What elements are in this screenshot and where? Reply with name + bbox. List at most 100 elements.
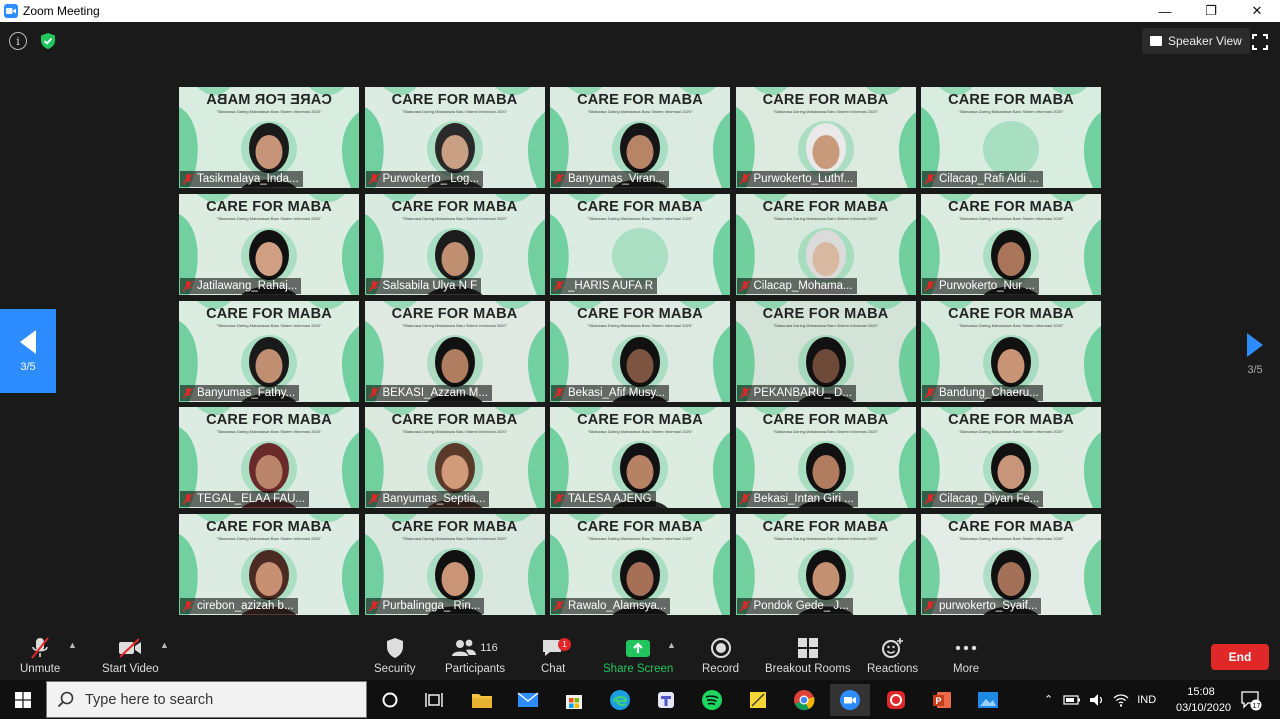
participant-name: Cilacap_Rafi Aldi ... — [939, 173, 1039, 185]
participant-name-bar: TEGAL_ELAA FAU... — [180, 491, 310, 508]
unmute-button[interactable]: Unmute — [20, 636, 60, 675]
taskbar-store[interactable] — [554, 684, 594, 716]
record-button[interactable]: Record — [702, 636, 739, 675]
taskbar-powerpoint[interactable]: P — [922, 684, 962, 716]
participant-tile[interactable]: CARE FOR MABA "Silaturasa Daring Mahasisw… — [364, 300, 545, 402]
security-shield-icon — [386, 638, 403, 658]
encryption-shield-icon[interactable] — [39, 32, 57, 55]
participant-tile[interactable]: CARE FOR MABA "Silaturasa Daring Mahasisw… — [550, 514, 730, 615]
start-video-button[interactable]: Start Video — [102, 636, 159, 675]
unmute-label: Unmute — [20, 663, 61, 675]
participant-tile[interactable]: CARE FOR MABA "Silaturasa Daring Mahasisw… — [921, 87, 1101, 188]
participant-tile[interactable]: CARE FOR MABA "Silaturasa Daring Mahasisw… — [550, 193, 730, 295]
end-meeting-button[interactable]: End — [1211, 644, 1269, 670]
participant-tile[interactable]: CARE FOR MABA "Silaturasa Daring Mahasisw… — [550, 87, 730, 188]
participant-tile[interactable]: CARE FOR MABA "Silaturasa Daring Mahasisw… — [735, 407, 916, 509]
start-button[interactable] — [0, 680, 46, 719]
participant-tile[interactable]: CARE FOR MABA "Silaturasa Daring Mahasisw… — [735, 300, 916, 402]
participant-tile[interactable]: CARE FOR MABA "Silaturasa Daring Mahasisw… — [364, 193, 545, 295]
participant-tile[interactable]: CARE FOR MABA "Silaturasa Daring Mahasisw… — [179, 300, 359, 402]
cortana-circle-icon — [382, 692, 398, 708]
participant-name-bar: PEKANBARU_ D... — [736, 384, 856, 401]
meeting-info-icon[interactable]: i — [9, 32, 27, 50]
chat-unread-badge: 1 — [558, 638, 572, 651]
security-button[interactable]: Security — [374, 636, 416, 675]
participant-tile[interactable]: CARE FOR MABA "Silaturasa Daring Mahasisw… — [179, 193, 359, 295]
language-indicator[interactable]: IND — [1137, 694, 1156, 706]
participant-tile[interactable]: CARE FOR MABA "Silaturasa Daring Mahasisw… — [179, 407, 359, 509]
battery-icon[interactable] — [1063, 694, 1081, 706]
store-icon — [566, 695, 582, 709]
wifi-icon[interactable] — [1113, 693, 1129, 707]
taskbar-edge[interactable] — [600, 684, 640, 716]
taskbar-mail[interactable] — [508, 684, 548, 716]
task-view-button[interactable] — [414, 684, 454, 716]
participant-tile[interactable]: CARE FOR MABA "Silaturasa Daring Mahasisw… — [921, 407, 1101, 509]
participant-tile[interactable]: CARE FOR MABA "Silaturasa Daring Mahasisw… — [179, 514, 359, 615]
participant-tile[interactable]: CARE FOR MABA "Silaturasa Daring Mahasisw… — [735, 514, 916, 615]
muted-mic-icon — [182, 173, 194, 185]
participant-name: Jatilawang_Rahaj... — [197, 279, 298, 292]
share-screen-label: Share Screen — [603, 663, 674, 675]
minimize-button[interactable]: — — [1142, 0, 1188, 22]
participant-tile[interactable]: CARE FOR MABA "Silaturasa Daring Mahasisw… — [364, 87, 545, 188]
participant-tile[interactable]: CARE FOR MABA "Silaturasa Daring Mahasisw… — [364, 514, 545, 615]
taskbar-chrome[interactable] — [784, 684, 824, 716]
participant-tile[interactable]: CARE FOR MABA "Silaturasa Daring Mahasisw… — [735, 193, 916, 295]
taskbar-photos[interactable] — [968, 684, 1008, 716]
muted-mic-icon — [553, 387, 565, 398]
taskbar-zoom[interactable] — [830, 684, 870, 716]
previous-page-button[interactable]: 3/5 — [0, 309, 56, 393]
participant-name-bar: Banyumas_Septia... — [365, 491, 490, 508]
action-center-button[interactable]: 17 — [1236, 684, 1266, 716]
muted-mic-icon — [739, 387, 750, 398]
share-screen-button[interactable]: Share Screen — [603, 636, 673, 675]
taskbar-search-box[interactable]: Type here to search — [46, 681, 367, 718]
participant-name-bar: Purwokerto_ Log... — [365, 171, 484, 187]
muted-mic-icon — [553, 493, 565, 505]
participants-button[interactable]: 116 Participants — [445, 636, 505, 675]
taskbar-clock[interactable]: 15:08 03/10/2020 — [1176, 684, 1231, 716]
breakout-rooms-button[interactable]: Breakout Rooms — [765, 636, 851, 675]
cortana-button[interactable] — [370, 684, 410, 716]
reactions-button[interactable]: Reactions — [867, 636, 918, 675]
more-button[interactable]: More — [953, 636, 979, 675]
participant-name: Purbalingga_ Rin... — [382, 600, 481, 612]
participant-tile[interactable]: CARE FOR MABA "Silaturasa Daring Mahasisw… — [550, 300, 730, 402]
muted-mic-icon — [182, 493, 194, 505]
close-button[interactable]: ✕ — [1234, 0, 1280, 22]
taskbar-teams[interactable] — [646, 684, 686, 716]
tray-overflow-chevron-icon[interactable]: ⌃ — [1044, 693, 1053, 706]
taskbar-file-explorer[interactable] — [462, 684, 502, 716]
next-page-button[interactable]: 3/5 — [1230, 332, 1280, 392]
participant-tile[interactable]: CARE FOR MABA "Silaturasa Daring Mahasisw… — [179, 87, 359, 188]
chat-button[interactable]: 1 Chat — [541, 636, 572, 675]
audio-options-caret-icon[interactable]: ▲ — [68, 640, 77, 650]
taskbar-sticky-notes[interactable] — [738, 684, 778, 716]
window-title: Zoom Meeting — [23, 4, 100, 18]
breakout-rooms-label: Breakout Rooms — [765, 663, 851, 675]
participant-tile[interactable]: CARE FOR MABA "Silaturasa Daring Mahasisw… — [550, 407, 730, 509]
taskbar-spotify[interactable] — [692, 684, 732, 716]
participant-tile[interactable]: CARE FOR MABA "Silaturasa Daring Mahasisw… — [921, 300, 1101, 402]
share-options-caret-icon[interactable]: ▲ — [667, 640, 676, 650]
security-label: Security — [374, 663, 416, 675]
participant-tile[interactable]: CARE FOR MABA "Silaturasa Daring Mahasisw… — [921, 193, 1101, 295]
volume-icon[interactable] — [1089, 693, 1105, 707]
participant-tile[interactable]: CARE FOR MABA "Silaturasa Daring Mahasisw… — [364, 407, 545, 509]
participant-tile[interactable]: CARE FOR MABA "Silaturasa Daring Mahasisw… — [921, 514, 1101, 615]
participant-name: _HARIS AUFA R — [568, 279, 654, 292]
participant-name: PEKANBARU_ D... — [753, 386, 852, 399]
fullscreen-icon[interactable] — [1252, 34, 1268, 50]
speaker-view-button[interactable]: Speaker View — [1142, 28, 1250, 54]
video-options-caret-icon[interactable]: ▲ — [160, 640, 169, 650]
photos-icon — [978, 692, 998, 708]
taskbar-screen-recorder[interactable] — [876, 684, 916, 716]
muted-mic-icon — [924, 173, 936, 185]
zoom-taskbar-icon — [840, 690, 860, 710]
participant-name: BEKASI_Azzam M... — [382, 386, 488, 399]
participants-icon — [452, 639, 477, 656]
participant-tile[interactable]: CARE FOR MABA "Silaturasa Daring Mahasisw… — [735, 87, 916, 188]
restore-button[interactable]: ❐ — [1188, 0, 1234, 22]
more-label: More — [953, 663, 980, 675]
